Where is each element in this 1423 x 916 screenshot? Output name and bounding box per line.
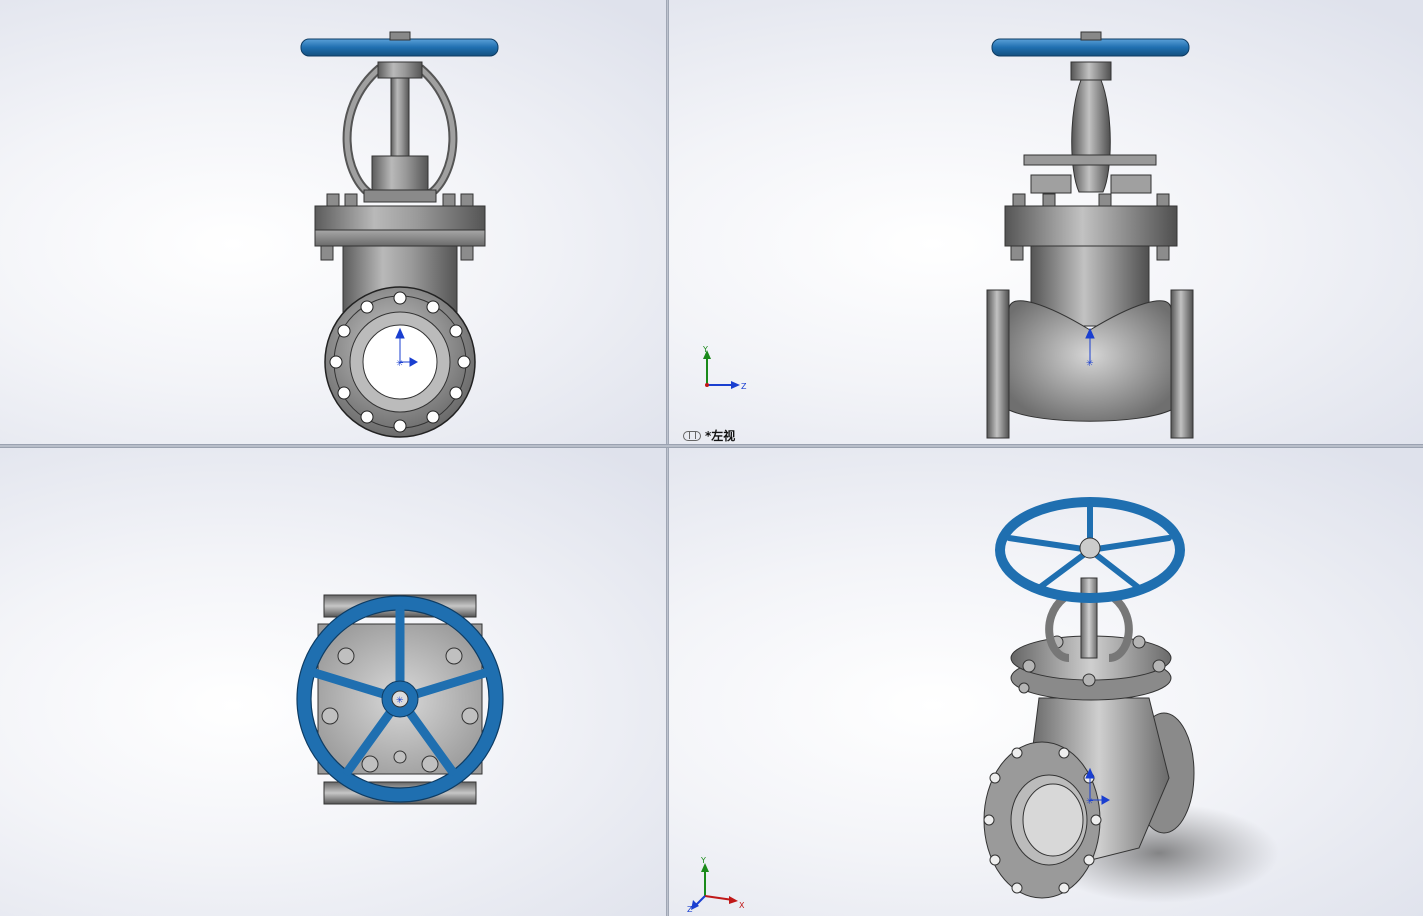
- left-viewport[interactable]: ✳ Y Z *左视: [669, 0, 1423, 444]
- iso-viewport[interactable]: ✳ Y X Z: [669, 448, 1423, 916]
- view-orientation-label: *左视: [683, 427, 735, 444]
- front-viewport[interactable]: ✳: [0, 0, 666, 444]
- svg-text:✳: ✳: [396, 359, 404, 369]
- valve-front-model[interactable]: ✳: [0, 0, 666, 444]
- svg-text:Y: Y: [702, 345, 708, 354]
- view-triad-icon: Y Z: [702, 345, 747, 391]
- top-viewport[interactable]: ✳: [0, 448, 666, 916]
- svg-text:✳: ✳: [1086, 359, 1094, 369]
- viewport-vertical-splitter[interactable]: [666, 0, 669, 916]
- svg-text:✳: ✳: [396, 696, 404, 706]
- svg-text:Z: Z: [741, 382, 747, 391]
- valve-iso-model[interactable]: ✳: [669, 448, 1423, 916]
- handwheel: [300, 38, 499, 57]
- svg-text:X: X: [739, 901, 745, 910]
- svg-text:Z: Z: [687, 905, 693, 912]
- viewport-horizontal-splitter[interactable]: [0, 444, 1423, 448]
- view-triad-icon: Y X Z: [687, 856, 745, 912]
- valve-left-model[interactable]: ✳: [669, 0, 1423, 444]
- svg-text:Y: Y: [700, 856, 706, 865]
- link-icon[interactable]: [683, 430, 701, 441]
- valve-top-model[interactable]: ✳: [0, 448, 666, 916]
- svg-text:✳: ✳: [1086, 797, 1094, 807]
